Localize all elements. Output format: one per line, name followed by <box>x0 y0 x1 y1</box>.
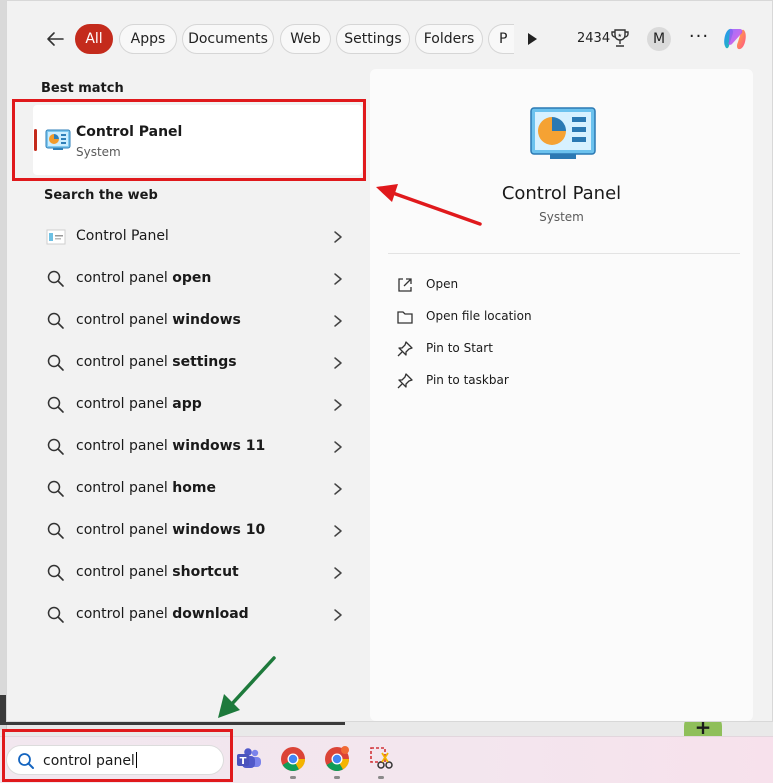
chevron-right-icon <box>334 567 342 579</box>
search-icon <box>47 480 64 497</box>
chevron-right-icon <box>334 315 342 327</box>
action-pin-to-start[interactable]: Pin to Start <box>396 335 716 363</box>
account-avatar[interactable]: M <box>647 27 671 51</box>
chevron-right-icon <box>334 525 342 537</box>
chevron-right-icon <box>334 273 342 285</box>
web-result-item[interactable]: control panel windows 11 <box>33 427 362 467</box>
action-pin-to-taskbar[interactable]: Pin to taskbar <box>396 367 716 395</box>
play-icon <box>528 33 537 45</box>
web-result-label: control panel windows 10 <box>76 522 266 538</box>
back-arrow-icon <box>47 32 64 46</box>
highlight-box-best-match <box>12 99 366 181</box>
search-icon <box>47 396 64 413</box>
web-result-label: control panel shortcut <box>76 564 239 580</box>
svg-text:★: ★ <box>618 33 623 39</box>
web-page-thumbnail-icon <box>46 229 66 245</box>
back-button[interactable] <box>41 25 69 53</box>
best-match-heading: Best match <box>41 81 124 96</box>
filter-web[interactable]: Web <box>280 24 331 54</box>
open-icon <box>398 278 412 292</box>
filter-settings[interactable]: Settings <box>336 24 410 54</box>
copilot-icon[interactable] <box>720 24 750 54</box>
filter-documents[interactable]: Documents <box>182 24 274 54</box>
chevron-right-icon <box>334 399 342 411</box>
teams-icon[interactable]: T <box>234 744 264 774</box>
red-annotation-arrow <box>376 184 482 226</box>
chevron-right-icon <box>334 231 342 243</box>
chevron-right-icon <box>334 483 342 495</box>
chevron-right-icon <box>334 609 342 621</box>
detail-divider <box>388 253 740 254</box>
search-icon <box>47 354 64 371</box>
chrome-running-indicator <box>290 776 296 779</box>
filter-photos-partial[interactable]: P <box>488 24 514 54</box>
web-result-item[interactable]: control panel windows 10 <box>33 511 362 551</box>
web-result-item[interactable]: control panel open <box>33 259 362 299</box>
search-icon <box>47 564 64 581</box>
web-result-label: Control Panel <box>76 228 169 244</box>
web-result-item[interactable]: Control Panel <box>33 217 362 257</box>
action-open-label: Open <box>426 277 459 291</box>
filter-folders[interactable]: Folders <box>415 24 483 54</box>
web-result-label: control panel open <box>76 270 212 286</box>
rewards-points[interactable]: 2434 <box>577 31 610 46</box>
search-icon <box>47 270 64 287</box>
web-result-item[interactable]: control panel home <box>33 469 362 509</box>
pin-icon <box>397 373 413 389</box>
search-icon <box>47 438 64 455</box>
web-result-label: control panel home <box>76 480 216 496</box>
chevron-right-icon <box>334 441 342 453</box>
control-panel-large-icon <box>530 107 596 161</box>
web-result-item[interactable]: control panel windows <box>33 301 362 341</box>
search-web-heading: Search the web <box>44 188 158 203</box>
chrome-icon[interactable] <box>278 744 308 774</box>
action-open-file-location[interactable]: Open file location <box>396 303 716 331</box>
web-result-item[interactable]: control panel app <box>33 385 362 425</box>
scroll-filters-button[interactable] <box>522 29 542 49</box>
web-result-item[interactable]: control panel shortcut <box>33 553 362 593</box>
filter-bar: All Apps Documents Web Settings Folders … <box>7 19 773 59</box>
snipping-tool-icon[interactable] <box>366 744 396 774</box>
more-options-button[interactable]: ··· <box>687 26 711 48</box>
web-result-item[interactable]: control panel settings <box>33 343 362 383</box>
detail-pane: Control Panel System Open Open file loca… <box>370 69 753 721</box>
folder-icon <box>397 311 413 324</box>
action-open[interactable]: Open <box>396 271 716 299</box>
web-result-item[interactable]: control panel download <box>33 595 362 635</box>
search-icon <box>47 606 64 623</box>
chrome-profile-running-indicator <box>334 776 340 779</box>
web-result-label: control panel windows 11 <box>76 438 266 454</box>
filter-apps[interactable]: Apps <box>119 24 177 54</box>
svg-text:T: T <box>240 756 247 767</box>
action-pin-to-taskbar-label: Pin to taskbar <box>426 373 509 387</box>
chrome-profile-icon[interactable] <box>322 744 352 774</box>
web-result-label: control panel download <box>76 606 249 622</box>
web-result-label: control panel windows <box>76 312 241 328</box>
search-icon <box>47 522 64 539</box>
chevron-right-icon <box>334 357 342 369</box>
web-result-label: control panel app <box>76 396 202 412</box>
highlight-box-search <box>2 729 233 782</box>
action-pin-to-start-label: Pin to Start <box>426 341 493 355</box>
search-icon <box>47 312 64 329</box>
green-annotation-arrow <box>218 656 276 718</box>
action-open-file-location-label: Open file location <box>426 309 532 323</box>
pin-icon <box>397 341 413 357</box>
filter-all[interactable]: All <box>75 24 113 54</box>
web-result-label: control panel settings <box>76 354 237 370</box>
snipping-tool-running-indicator <box>378 776 384 779</box>
rewards-trophy-icon[interactable]: ★ <box>611 28 629 48</box>
